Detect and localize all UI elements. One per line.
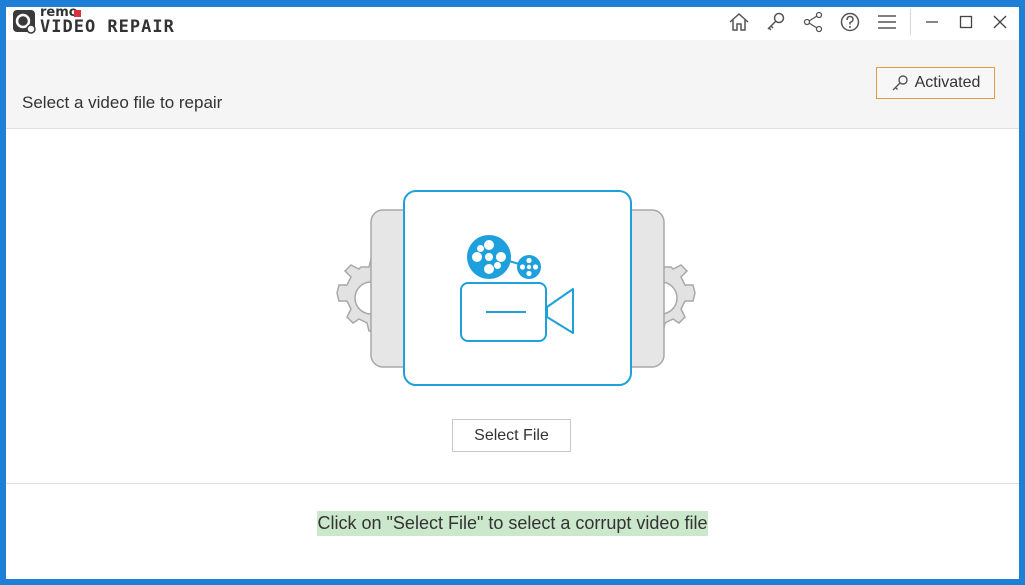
maximize-icon[interactable] [953, 10, 979, 34]
close-icon[interactable] [987, 10, 1013, 34]
page-header: Select a video file to repair Activated [6, 40, 1019, 129]
help-icon[interactable] [837, 10, 863, 34]
hint-text: Click on "Select File" to select a corru… [316, 511, 709, 536]
title-bar: remo VIDEO REPAIR [6, 6, 1019, 40]
home-icon[interactable] [726, 10, 752, 34]
key-icon [892, 75, 908, 91]
share-icon[interactable] [800, 10, 826, 34]
app-window: remo VIDEO REPAIR Select a video file to… [0, 0, 1025, 585]
page-title: Select a video file to repair [22, 93, 223, 112]
minimize-icon[interactable] [919, 10, 945, 34]
logo-product-text: VIDEO REPAIR [40, 17, 175, 37]
select-file-button[interactable]: Select File [452, 419, 571, 452]
key-icon[interactable] [763, 10, 789, 34]
titlebar-separator [910, 9, 911, 35]
hint-area: Click on "Select File" to select a corru… [6, 511, 1019, 536]
remo-logo-icon [13, 10, 36, 34]
app-logo: remo VIDEO REPAIR [12, 6, 202, 39]
activated-button[interactable]: Activated [876, 67, 995, 99]
logo-red-dot [74, 10, 81, 17]
activated-label: Activated [914, 74, 981, 91]
menu-icon[interactable] [874, 10, 900, 34]
footer-divider [6, 483, 1019, 484]
video-repair-illustration [336, 190, 696, 386]
